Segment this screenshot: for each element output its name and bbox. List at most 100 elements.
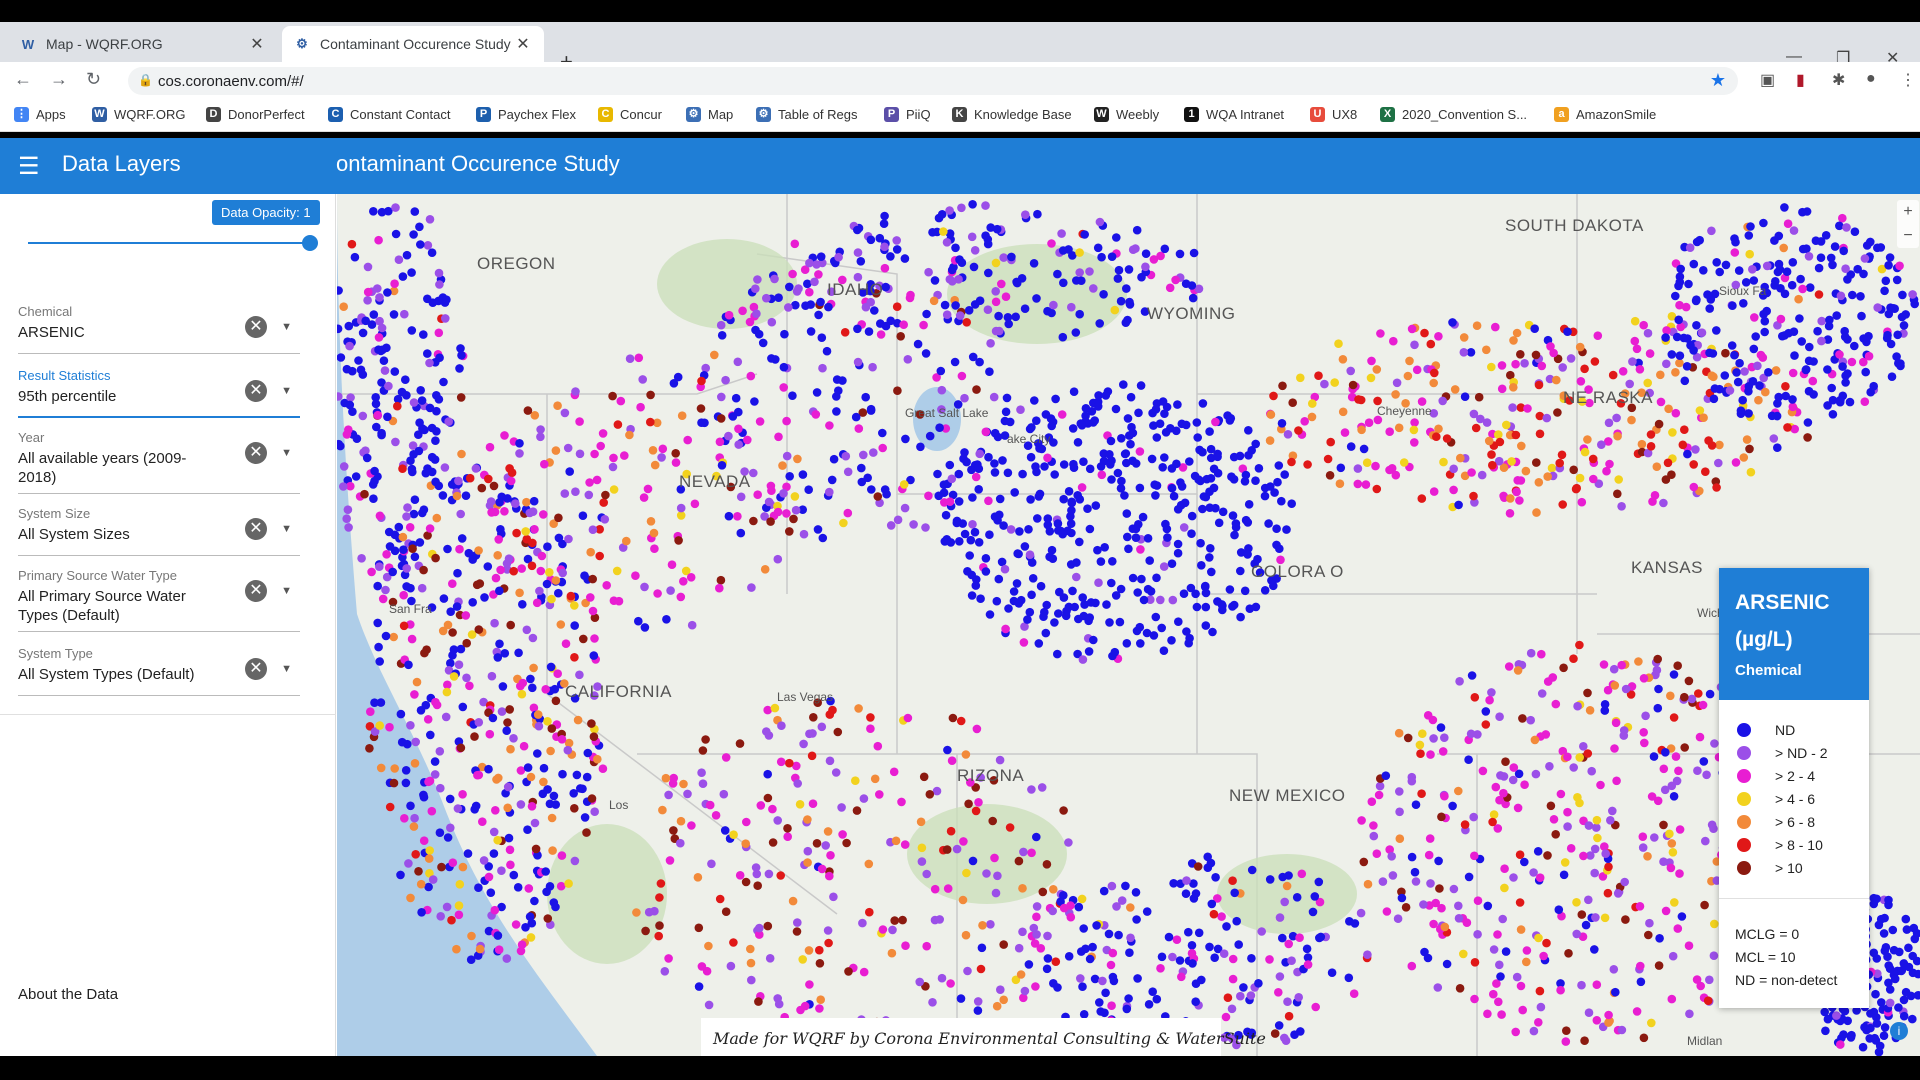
sample-point[interactable]	[491, 806, 500, 815]
sample-point[interactable]	[1001, 407, 1011, 417]
sample-point[interactable]	[1407, 776, 1417, 786]
sample-point[interactable]	[1551, 830, 1560, 839]
sample-point[interactable]	[598, 764, 608, 773]
sample-point[interactable]	[1367, 797, 1377, 806]
sample-point[interactable]	[1090, 974, 1100, 984]
sample-point[interactable]	[996, 985, 1005, 994]
sample-point[interactable]	[641, 926, 650, 936]
sample-point[interactable]	[1394, 728, 1404, 738]
sample-point[interactable]	[1143, 584, 1153, 594]
sample-point[interactable]	[1012, 579, 1022, 588]
sample-point[interactable]	[1520, 857, 1529, 867]
sample-point[interactable]	[362, 453, 372, 463]
sample-point[interactable]	[937, 973, 947, 983]
sample-point[interactable]	[1605, 459, 1614, 469]
sample-point[interactable]	[1781, 382, 1790, 391]
sample-point[interactable]	[1809, 390, 1818, 399]
sample-point[interactable]	[1526, 648, 1536, 658]
sample-point[interactable]	[1059, 460, 1069, 469]
sample-point[interactable]	[1247, 865, 1257, 875]
sample-point[interactable]	[1559, 870, 1569, 880]
map-canvas[interactable]: OREGON IDAHO WYOMING SOUTH DAKOTA NE RAS…	[337, 194, 1920, 1056]
sample-point[interactable]	[471, 464, 481, 473]
sample-point[interactable]	[625, 354, 635, 363]
sample-point[interactable]	[1659, 857, 1668, 866]
sample-point[interactable]	[381, 631, 391, 641]
sample-point[interactable]	[1407, 852, 1417, 862]
sample-point[interactable]	[649, 528, 659, 538]
sample-point[interactable]	[494, 535, 503, 544]
sample-point[interactable]	[816, 995, 825, 1004]
sample-point[interactable]	[992, 224, 1002, 234]
sample-point[interactable]	[400, 814, 409, 823]
bookmark-star-icon[interactable]: ★	[1710, 70, 1726, 91]
sample-point[interactable]	[556, 620, 566, 629]
sample-point[interactable]	[1412, 365, 1422, 375]
sample-point[interactable]	[876, 330, 886, 339]
sample-point[interactable]	[443, 620, 453, 630]
sample-point[interactable]	[1018, 884, 1027, 893]
sample-point[interactable]	[756, 801, 766, 810]
sample-point[interactable]	[1660, 785, 1670, 795]
sample-point[interactable]	[1448, 801, 1457, 811]
sample-point[interactable]	[456, 344, 465, 353]
sample-point[interactable]	[1214, 518, 1224, 528]
sample-point[interactable]	[1635, 365, 1645, 374]
sample-point[interactable]	[1260, 586, 1270, 595]
sample-point[interactable]	[375, 721, 384, 730]
sample-point[interactable]	[1320, 379, 1329, 389]
sample-point[interactable]	[457, 449, 466, 459]
sample-point[interactable]	[458, 702, 468, 712]
sample-point[interactable]	[1438, 747, 1448, 756]
sample-point[interactable]	[432, 427, 441, 436]
sample-point[interactable]	[1470, 994, 1479, 1004]
sample-point[interactable]	[1478, 766, 1488, 776]
sample-point[interactable]	[363, 296, 372, 305]
sample-point[interactable]	[1280, 1033, 1289, 1043]
sample-point[interactable]	[420, 648, 429, 658]
sample-point[interactable]	[1744, 409, 1753, 418]
map-svg[interactable]	[337, 194, 1920, 1056]
sample-point[interactable]	[1241, 470, 1251, 480]
sample-point[interactable]	[1762, 261, 1772, 271]
sample-point[interactable]	[1135, 447, 1145, 456]
sample-point[interactable]	[488, 713, 498, 723]
sample-point[interactable]	[521, 923, 530, 932]
sample-point[interactable]	[423, 294, 432, 304]
sample-point[interactable]	[1157, 952, 1167, 962]
sample-point[interactable]	[1014, 599, 1024, 608]
sample-point[interactable]	[1407, 961, 1417, 971]
sample-point[interactable]	[887, 948, 897, 958]
sample-point[interactable]	[969, 262, 979, 272]
chevron-down-icon[interactable]: ▼	[281, 523, 292, 535]
sample-point[interactable]	[1652, 665, 1662, 675]
sample-point[interactable]	[354, 356, 363, 365]
sample-point[interactable]	[1277, 419, 1287, 428]
sample-point[interactable]	[1217, 912, 1226, 921]
sample-point[interactable]	[342, 514, 351, 523]
sample-point[interactable]	[1128, 573, 1138, 583]
sample-point[interactable]	[528, 633, 538, 643]
sample-point[interactable]	[1641, 711, 1650, 721]
sample-point[interactable]	[795, 800, 805, 809]
sample-point[interactable]	[1346, 366, 1355, 376]
sample-point[interactable]	[1612, 776, 1621, 786]
sample-point[interactable]	[1397, 893, 1407, 903]
sample-point[interactable]	[650, 460, 660, 470]
sample-point[interactable]	[1698, 700, 1708, 710]
sample-point[interactable]	[1448, 318, 1457, 327]
sample-point[interactable]	[497, 707, 507, 716]
sample-point[interactable]	[1158, 463, 1167, 472]
sample-point[interactable]	[981, 567, 991, 576]
sample-point[interactable]	[1879, 929, 1889, 938]
sample-point[interactable]	[924, 491, 933, 501]
sample-point[interactable]	[515, 439, 524, 448]
sample-point[interactable]	[1426, 750, 1435, 759]
sample-point[interactable]	[903, 355, 913, 364]
sample-point[interactable]	[1014, 943, 1024, 953]
sample-point[interactable]	[654, 931, 663, 941]
sample-point[interactable]	[592, 475, 602, 485]
sample-point[interactable]	[509, 870, 519, 880]
sample-point[interactable]	[1495, 960, 1504, 970]
sample-point[interactable]	[1019, 847, 1028, 857]
